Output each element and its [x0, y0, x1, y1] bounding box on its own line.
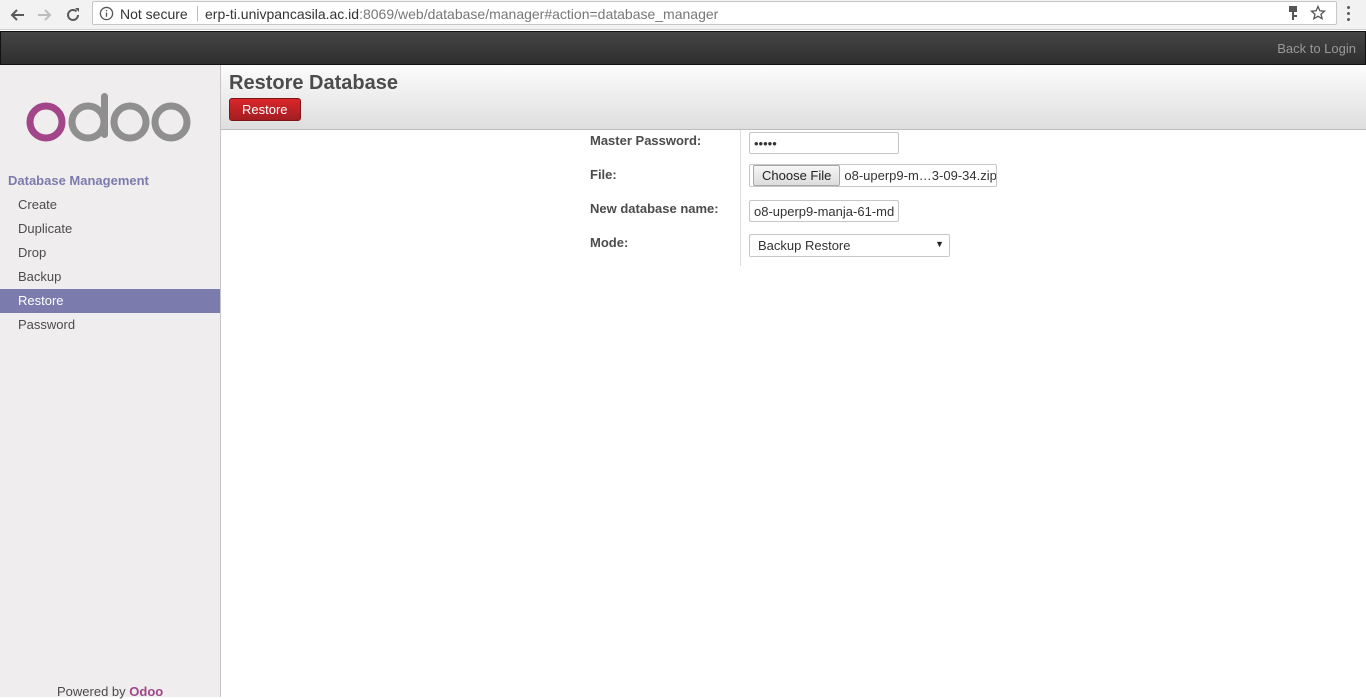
- back-arrow-icon[interactable]: [5, 3, 29, 27]
- reload-icon[interactable]: [61, 3, 85, 27]
- choose-file-button[interactable]: Choose File: [753, 165, 841, 186]
- sidebar-menu: Create Duplicate Drop Backup Restore Pas…: [0, 193, 220, 337]
- content-header: Restore Database Restore: [221, 65, 1366, 130]
- top-navbar: Back to Login: [0, 31, 1366, 65]
- key-icon[interactable]: [1286, 5, 1300, 24]
- forward-arrow-icon[interactable]: [33, 3, 57, 27]
- file-label: File:: [590, 167, 617, 182]
- url-path: :8069/web/database/manager#action=databa…: [359, 6, 719, 22]
- dropdown-arrow-icon: ▼: [935, 239, 944, 249]
- browser-menu-icon[interactable]: [1340, 4, 1356, 24]
- mode-value: Backup Restore: [758, 238, 851, 253]
- sidebar-item-drop[interactable]: Drop: [0, 241, 220, 265]
- address-bar[interactable]: Not secure erp-ti.univpancasila.ac.id:80…: [92, 1, 1337, 25]
- mode-label: Mode:: [590, 235, 629, 250]
- security-label[interactable]: Not secure: [120, 6, 188, 22]
- new-database-label: New database name:: [590, 201, 719, 216]
- sidebar-item-create[interactable]: Create: [0, 193, 220, 217]
- url-host: erp-ti.univpancasila.ac.id: [205, 6, 360, 22]
- file-input[interactable]: Choose File o8-uperp9-m…3-09-34.zip: [749, 164, 997, 187]
- sidebar-item-backup[interactable]: Backup: [0, 265, 220, 289]
- master-password-row: Master Password:: [590, 130, 1090, 164]
- sidebar: Database Management Create Duplicate Dro…: [0, 65, 221, 699]
- url-text[interactable]: erp-ti.univpancasila.ac.id:8069/web/data…: [205, 6, 718, 22]
- info-icon[interactable]: [99, 6, 114, 24]
- master-password-field[interactable]: [749, 132, 899, 154]
- master-password-label: Master Password:: [590, 133, 702, 148]
- separator: [197, 6, 198, 21]
- mode-select[interactable]: Backup Restore ▼: [749, 234, 950, 257]
- sidebar-item-restore[interactable]: Restore: [0, 289, 220, 313]
- page-title: Restore Database: [229, 72, 398, 94]
- sidebar-item-duplicate[interactable]: Duplicate: [0, 217, 220, 241]
- browser-toolbar: Not secure erp-ti.univpancasila.ac.id:80…: [0, 0, 1366, 30]
- mode-row: Mode: Backup Restore ▼: [590, 232, 1090, 266]
- file-row: File: Choose File o8-uperp9-m…3-09-34.zi…: [590, 164, 1090, 198]
- file-name: o8-uperp9-m…3-09-34.zip: [844, 168, 997, 183]
- sidebar-title: Database Management: [8, 173, 149, 188]
- star-icon[interactable]: [1309, 4, 1327, 24]
- new-database-row: New database name:: [590, 198, 1090, 232]
- odoo-logo: [25, 93, 195, 146]
- sidebar-item-password[interactable]: Password: [0, 313, 220, 337]
- back-to-login-link[interactable]: Back to Login: [1277, 41, 1356, 56]
- new-database-field[interactable]: [749, 200, 899, 222]
- restore-button[interactable]: Restore: [229, 98, 301, 121]
